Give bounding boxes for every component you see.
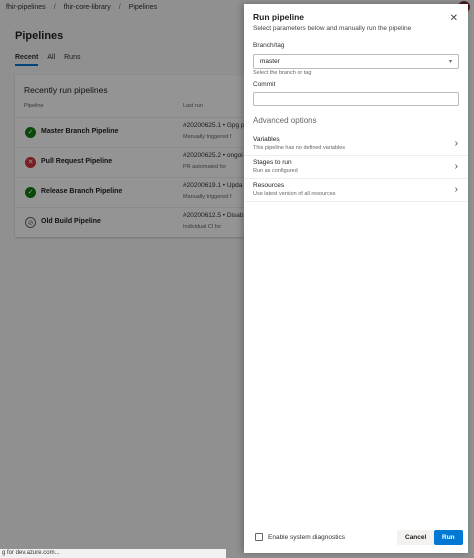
run-pipeline-panel: Run pipeline ✕ Select parameters below a… bbox=[244, 4, 468, 553]
option-subtitle: Run as configured bbox=[253, 168, 298, 174]
diagnostics-checkbox[interactable] bbox=[255, 533, 263, 541]
branch-label: Branch/tag bbox=[253, 42, 285, 49]
commit-label: Commit bbox=[253, 81, 276, 88]
option-subtitle: This pipeline has no defined variables bbox=[253, 145, 346, 151]
option-title: Stages to run bbox=[253, 159, 292, 166]
diagnostics-row[interactable]: Enable system diagnostics bbox=[255, 533, 345, 541]
panel-subtitle: Select parameters below and manually run… bbox=[253, 25, 412, 32]
panel-title: Run pipeline bbox=[253, 12, 304, 22]
chevron-down-icon: ▾ bbox=[448, 59, 452, 65]
option-stages[interactable]: Stages to run Run as configured › bbox=[244, 157, 468, 179]
commit-input[interactable] bbox=[253, 92, 459, 106]
diagnostics-label: Enable system diagnostics bbox=[268, 533, 345, 541]
option-variables[interactable]: Variables This pipeline has no defined v… bbox=[244, 134, 468, 156]
option-resources[interactable]: Resources Use latest version of all reso… bbox=[244, 180, 468, 202]
cancel-button[interactable]: Cancel bbox=[397, 530, 435, 545]
chevron-right-icon: › bbox=[454, 184, 458, 195]
chevron-right-icon: › bbox=[454, 161, 458, 172]
chevron-right-icon: › bbox=[454, 138, 458, 149]
status-bar-url: g for dev.azure.com... bbox=[0, 549, 226, 558]
run-button[interactable]: Run bbox=[434, 530, 463, 545]
option-title: Resources bbox=[253, 182, 285, 189]
close-icon[interactable]: ✕ bbox=[450, 13, 458, 24]
option-title: Variables bbox=[253, 136, 280, 143]
branch-hint: Select the branch or tag bbox=[253, 70, 312, 76]
advanced-options-heading: Advanced options bbox=[253, 116, 317, 125]
branch-value: master bbox=[260, 58, 280, 65]
option-subtitle: Use latest version of all resources bbox=[253, 191, 336, 197]
branch-select[interactable]: master ▾ bbox=[253, 54, 459, 69]
